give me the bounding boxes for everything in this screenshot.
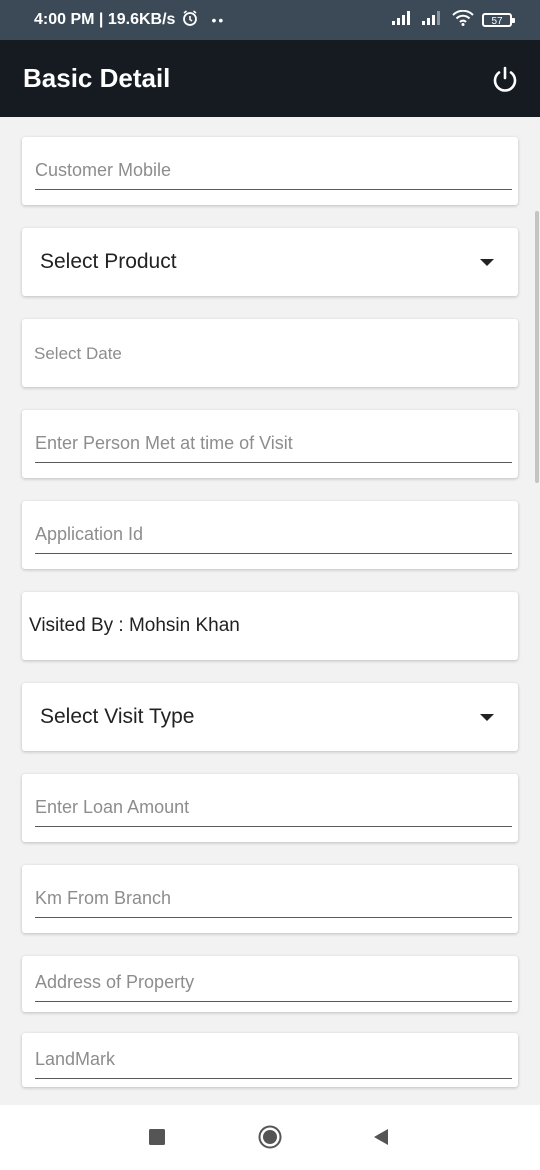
landmark-card [22, 1033, 518, 1087]
customer-mobile-field [35, 150, 512, 190]
loan-amount-field [35, 787, 512, 827]
signal-icon [422, 10, 444, 30]
alarm-icon [181, 9, 199, 32]
app-bar: Basic Detail [0, 40, 540, 117]
select-product-dropdown[interactable]: Select Product [22, 228, 518, 296]
select-date-field [34, 332, 512, 372]
select-visit-type-card: Select Visit Type [22, 683, 518, 751]
select-product-card: Select Product [22, 228, 518, 296]
power-icon[interactable] [490, 64, 520, 94]
address-card [22, 956, 518, 1012]
loan-amount-card [22, 774, 518, 842]
km-from-branch-input[interactable] [35, 888, 512, 909]
person-met-card [22, 410, 518, 478]
application-id-input[interactable] [35, 524, 512, 545]
person-met-field [35, 423, 512, 463]
dropdown-arrow-icon [480, 713, 494, 721]
address-input[interactable] [35, 972, 512, 993]
person-met-input[interactable] [35, 433, 512, 454]
application-id-card [22, 501, 518, 569]
back-icon[interactable] [372, 1128, 390, 1151]
select-visit-type-label: Select Visit Type [40, 705, 195, 728]
landmark-input[interactable] [35, 1049, 512, 1070]
home-icon[interactable] [258, 1125, 282, 1154]
address-field [35, 962, 512, 1002]
status-time: 4:00 PM | 19.6KB/s [34, 11, 176, 28]
customer-mobile-card [22, 137, 518, 205]
scrollbar[interactable] [535, 211, 539, 483]
dropdown-arrow-icon [480, 258, 494, 266]
form-container: Select Product Visited By : Mohsin Khan … [0, 117, 540, 1105]
navigation-bar [0, 1105, 540, 1170]
recents-icon[interactable] [149, 1129, 165, 1150]
select-visit-type-dropdown[interactable]: Select Visit Type [22, 683, 518, 751]
km-from-branch-card [22, 865, 518, 933]
select-date-input[interactable] [34, 344, 512, 364]
select-date-card [22, 319, 518, 387]
customer-mobile-input[interactable] [35, 160, 512, 181]
notification-dots: •• [211, 12, 226, 28]
loan-amount-input[interactable] [35, 797, 512, 818]
application-id-field [35, 514, 512, 554]
battery-icon: 57 [482, 13, 515, 27]
select-product-label: Select Product [40, 250, 177, 273]
wifi-icon [452, 9, 474, 31]
page-title: Basic Detail [23, 63, 171, 93]
visited-by-card: Visited By : Mohsin Khan [22, 592, 518, 660]
km-from-branch-field [35, 878, 512, 918]
status-bar: 4:00 PM | 19.6KB/s •• 57 [0, 0, 540, 40]
landmark-field [35, 1039, 512, 1079]
signal-icon [392, 10, 414, 30]
visited-by-text: Visited By : Mohsin Khan [29, 615, 240, 636]
